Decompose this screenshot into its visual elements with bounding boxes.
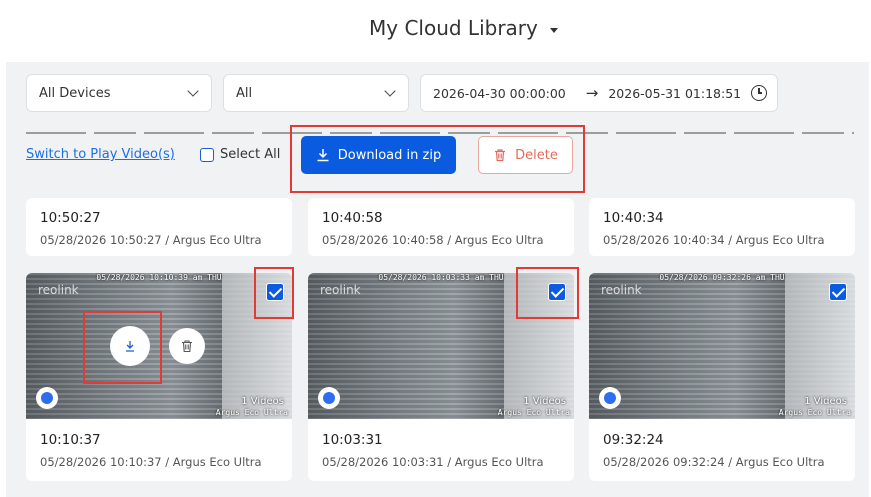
brand-watermark: reolink	[601, 283, 642, 297]
select-all-checkbox[interactable]	[200, 147, 214, 162]
select-all-label: Select All	[220, 147, 281, 162]
clip-card[interactable]: 10:40:34 05/28/2026 10:40:34 / Argus Eco…	[589, 198, 855, 256]
caret-down-icon	[549, 27, 558, 33]
video-count: 1 Videos	[804, 396, 847, 407]
video-count: 1 Videos	[241, 396, 284, 407]
clip-meta: 05/28/2026 10:50:27 / Argus Eco Ultra	[40, 233, 262, 247]
page-title: My Cloud Library	[369, 16, 538, 40]
download-zip-button[interactable]: Download in zip	[301, 136, 456, 174]
osd-camera-name: Argus Eco Ultra	[778, 408, 851, 417]
clip-time: 10:40:58	[322, 210, 383, 226]
delete-button[interactable]: Delete	[478, 136, 573, 174]
date-end: 2026-05-31 01:18:51	[608, 85, 742, 101]
download-icon	[126, 341, 134, 352]
video-card[interactable]: reolink 05/28/2026 10:03:33 am THU 1 Vid…	[308, 273, 574, 481]
osd-timestamp: 05/28/2026 09:32:26 am THU	[659, 273, 785, 282]
select-all-control[interactable]: Select All	[200, 147, 280, 162]
clip-time: 10:03:31	[322, 432, 383, 448]
download-clip-button[interactable]	[110, 326, 150, 366]
download-icon	[317, 149, 329, 162]
arrow-right-icon: →	[585, 84, 599, 102]
cloud-icon	[599, 387, 621, 409]
clip-meta: 05/28/2026 10:03:31 / Argus Eco Ultra	[322, 455, 544, 469]
clip-card[interactable]: 10:50:27 05/28/2026 10:50:27 / Argus Eco…	[26, 198, 292, 256]
switch-to-play-link[interactable]: Switch to Play Video(s)	[26, 147, 175, 162]
video-thumbnail[interactable]: reolink 05/28/2026 10:03:33 am THU 1 Vid…	[308, 273, 574, 419]
osd-timestamp: 05/28/2026 10:10:39 am THU	[96, 273, 222, 282]
date-start: 2026-04-30 00:00:00	[433, 85, 566, 101]
delete-label: Delete	[515, 147, 558, 163]
video-card[interactable]: reolink 05/28/2026 10:10:39 am THU 1 Vid…	[26, 273, 292, 481]
divider	[26, 132, 854, 134]
library-panel: All Devices All 2026-04-30 00:00:00 → 20…	[6, 62, 869, 497]
device-select-value: All Devices	[39, 85, 111, 101]
selected-checkbox[interactable]	[829, 283, 847, 301]
video-thumbnail[interactable]: reolink 05/28/2026 10:10:39 am THU 1 Vid…	[26, 273, 292, 419]
clip-meta: 05/28/2026 09:32:24 / Argus Eco Ultra	[603, 455, 825, 469]
delete-clip-button[interactable]	[169, 328, 205, 364]
type-select-value: All	[236, 85, 253, 101]
osd-camera-name: Argus Eco Ultra	[215, 408, 288, 417]
video-card[interactable]: reolink 05/28/2026 09:32:26 am THU 1 Vid…	[589, 273, 855, 481]
brand-watermark: reolink	[320, 283, 361, 297]
clip-time: 09:32:24	[603, 432, 664, 448]
type-select[interactable]: All	[223, 74, 409, 112]
video-count: 1 Videos	[523, 396, 566, 407]
download-zip-label: Download in zip	[337, 147, 442, 163]
clip-meta: 05/28/2026 10:10:37 / Argus Eco Ultra	[40, 455, 262, 469]
brand-watermark: reolink	[38, 283, 79, 297]
clip-time: 10:50:27	[40, 210, 101, 226]
device-select[interactable]: All Devices	[26, 74, 212, 112]
cloud-icon	[36, 387, 58, 409]
clip-card[interactable]: 10:40:58 05/28/2026 10:40:58 / Argus Eco…	[308, 198, 574, 256]
selected-checkbox[interactable]	[266, 283, 284, 301]
cloud-icon	[318, 387, 340, 409]
chevron-down-icon	[384, 85, 396, 97]
trash-icon	[495, 149, 506, 162]
library-title-dropdown[interactable]: My Cloud Library	[369, 16, 558, 40]
osd-timestamp: 05/28/2026 10:03:33 am THU	[378, 273, 504, 282]
clip-meta: 05/28/2026 10:40:34 / Argus Eco Ultra	[603, 233, 825, 247]
clip-meta: 05/28/2026 10:40:58 / Argus Eco Ultra	[322, 233, 544, 247]
page-header: My Cloud Library	[0, 0, 871, 62]
clip-time: 10:40:34	[603, 210, 664, 226]
date-range-picker[interactable]: 2026-04-30 00:00:00 → 2026-05-31 01:18:5…	[420, 74, 778, 112]
osd-camera-name: Argus Eco Ultra	[497, 408, 570, 417]
clip-time: 10:10:37	[40, 432, 101, 448]
video-thumbnail[interactable]: reolink 05/28/2026 09:32:26 am THU 1 Vid…	[589, 273, 855, 419]
selected-checkbox[interactable]	[548, 283, 566, 301]
clock-icon[interactable]	[751, 85, 767, 101]
chevron-down-icon	[187, 85, 199, 97]
trash-icon	[182, 340, 192, 353]
